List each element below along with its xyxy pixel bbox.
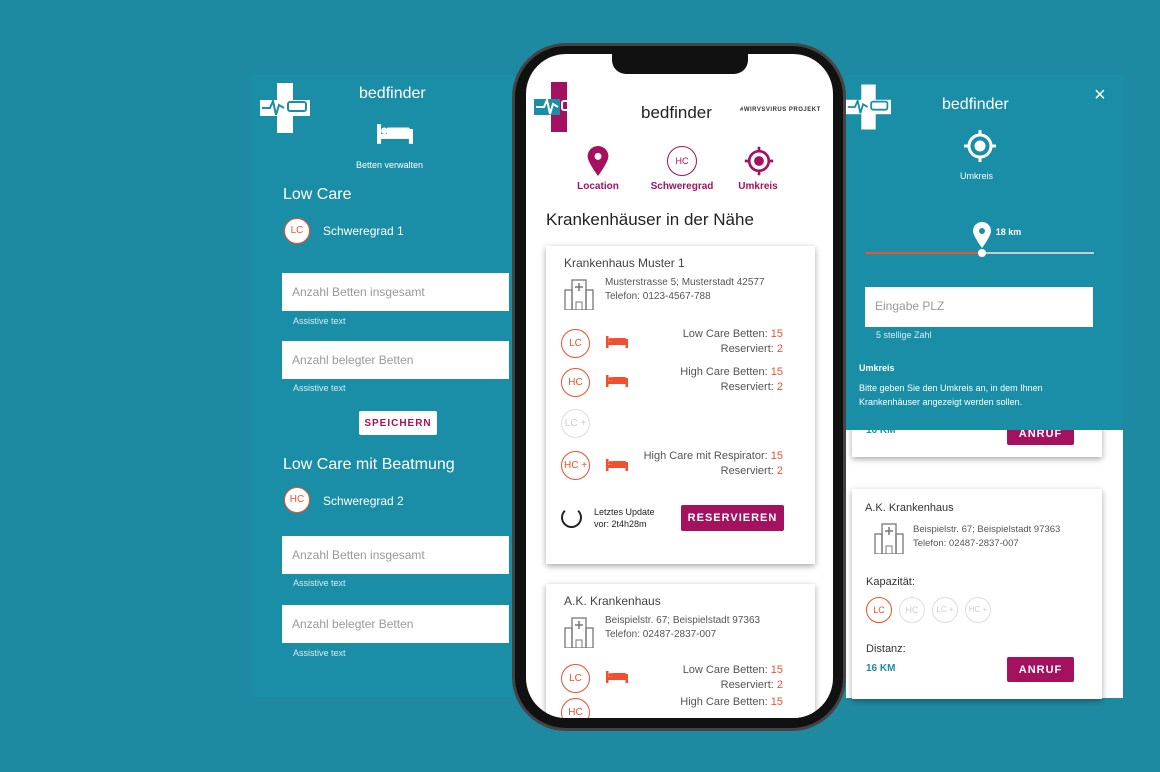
severity-label: Schweregrad 1	[323, 224, 404, 238]
mode-label: Umkreis	[960, 171, 993, 181]
occupied-beds-input[interactable]: Anzahl belegter Betten	[282, 341, 509, 379]
phone-notch	[612, 54, 748, 74]
distance-label: Distanz:	[866, 643, 906, 655]
phone-screen: bedfinder #WIRVSVIRUS PROJEKT Location H…	[526, 54, 833, 718]
page-heading: Krankenhäuser in der Nähe	[546, 210, 754, 229]
bed-count-label: High Care Betten: 15	[680, 366, 783, 378]
hospital-icon	[564, 616, 594, 648]
hospital-phone: Telefon: 02487-2837-007	[913, 538, 1019, 549]
lc-plus-badge: LC +	[932, 597, 958, 623]
location-pin-icon	[587, 146, 609, 176]
hospital-icon	[564, 278, 594, 310]
section-title: Low Care	[283, 186, 352, 203]
app-title: bedfinder	[359, 85, 426, 102]
hc-badge: HC	[561, 698, 590, 718]
wirvsvirus-logo: #WIRVSVIRUS PROJEKT	[740, 107, 821, 113]
reserved-label: Reserviert: 2	[720, 679, 783, 691]
radius-value: 18 km	[995, 227, 1022, 237]
reserved-label: Reserviert: 2	[720, 465, 783, 477]
bed-icon	[377, 123, 413, 145]
app-title: bedfinder	[942, 96, 1009, 113]
hospital-address: Beispielstr. 67; Beispielstadt 97363	[605, 615, 761, 626]
capacity-label: Kapazität:	[866, 576, 915, 588]
assistive-text: Assistive text	[293, 383, 346, 393]
lc-badge: LC	[561, 664, 590, 693]
hospital-card: A.K. Krankenhaus Beispielstr. 67; Beispi…	[852, 489, 1102, 699]
total-beds-input[interactable]: Anzahl Betten insgesamt	[282, 273, 509, 311]
info-text: Bitte geben Sie den Umkreis an, in dem I…	[859, 383, 1043, 407]
hospital-card: A.K. Krankenhaus Beispielstr. 67; Beispi…	[546, 584, 815, 718]
call-button[interactable]: ANRUF	[1007, 657, 1074, 682]
hospital-name: A.K. Krankenhaus	[564, 594, 661, 608]
bedfinder-logo	[846, 82, 891, 132]
manage-beds-label: Betten verwalten	[356, 160, 424, 170]
bed-icon	[606, 671, 628, 683]
occupied-beds-input[interactable]: Anzahl belegter Betten	[282, 605, 509, 643]
slider-fill	[865, 252, 982, 254]
nav-location[interactable]: Location	[563, 181, 633, 192]
assistive-text: Assistive text	[293, 316, 346, 326]
radius-panel: 16 KM ANRUF bedfinder × Umkreis 18 km Ei…	[846, 75, 1123, 699]
bed-management-panel: bedfinder Betten verwalten Low Care LC S…	[252, 75, 516, 697]
bedfinder-logo	[260, 83, 310, 133]
hospital-phone: Telefon: 0123-4567-788	[605, 291, 711, 302]
total-beds-input[interactable]: Anzahl Betten insgesamt	[282, 536, 509, 574]
hospital-name: Krankenhaus Muster 1	[564, 256, 685, 270]
hc-plus-badge: HC +	[965, 597, 991, 623]
bed-count-label: Low Care Betten: 15	[682, 664, 783, 676]
bed-icon	[606, 459, 628, 471]
lc-badge: LC	[866, 597, 892, 623]
update-label: Letztes Update	[594, 507, 655, 517]
hospital-icon	[874, 522, 904, 554]
target-icon	[744, 146, 774, 176]
hc-badge: HC	[561, 368, 590, 397]
bed-count-label: Low Care Betten: 15	[682, 328, 783, 340]
update-value: vor: 2t4h28m	[594, 519, 647, 529]
hc-badge: HC	[284, 487, 310, 513]
hc-icon: HC	[667, 146, 697, 176]
hospital-address: Musterstrasse 5; Musterstadt 42577	[605, 277, 765, 288]
save-button[interactable]: SPEICHERN	[359, 411, 437, 435]
hc-plus-badge: HC +	[561, 451, 590, 480]
bed-count-label: High Care mit Respirator: 15	[643, 450, 783, 462]
assistive-text: Assistive text	[293, 648, 346, 658]
hospital-address: Beispielstr. 67; Beispielstadt 97363	[913, 524, 1061, 535]
lc-badge: LC	[561, 329, 590, 358]
hc-badge: HC	[899, 597, 925, 623]
reserved-label: Reserviert: 2	[720, 343, 783, 355]
distance-value: 16 KM	[866, 663, 896, 674]
radius-settings: bedfinder × Umkreis 18 km Eingabe PLZ 5 …	[846, 75, 1123, 430]
location-pin-icon	[972, 222, 991, 248]
assistive-text: Assistive text	[293, 578, 346, 588]
severity-label: Schweregrad 2	[323, 494, 404, 508]
reserved-label: Reserviert: 2	[720, 381, 783, 393]
target-icon	[964, 130, 996, 162]
lc-plus-badge: LC +	[561, 409, 590, 438]
postal-code-hint: 5 stellige Zahl	[876, 330, 932, 340]
hospital-phone: Telefon: 02487-2837-007	[605, 629, 717, 640]
bed-count-label: High Care Betten: 15	[680, 696, 783, 708]
bedfinder-logo	[534, 82, 581, 132]
reserve-button[interactable]: RESERVIEREN	[681, 505, 784, 531]
loading-spinner-icon	[561, 507, 582, 528]
close-icon[interactable]: ×	[1094, 84, 1106, 107]
slider-thumb[interactable]	[977, 249, 986, 257]
app-title: bedfinder	[641, 103, 712, 122]
hospital-card: Krankenhaus Muster 1 Musterstrasse 5; Mu…	[546, 246, 815, 564]
postal-code-input[interactable]: Eingabe PLZ	[865, 287, 1093, 327]
section-title: Low Care mit Beatmung	[283, 456, 455, 473]
info-title: Umkreis	[859, 363, 895, 373]
bed-icon	[606, 336, 628, 348]
bed-icon	[606, 375, 628, 387]
hospital-name: A.K. Krankenhaus	[865, 502, 954, 514]
nav-umkreis[interactable]: Umkreis	[723, 181, 793, 192]
lc-badge: LC	[284, 218, 310, 244]
nav-schweregrad[interactable]: Schweregrad	[647, 181, 717, 192]
